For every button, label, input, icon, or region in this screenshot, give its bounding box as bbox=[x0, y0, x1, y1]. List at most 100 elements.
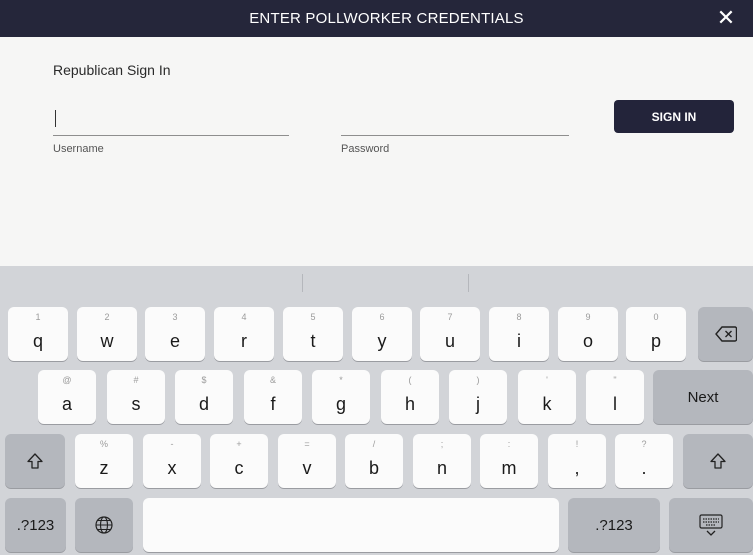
key-s[interactable]: # s bbox=[107, 370, 165, 424]
key-y[interactable]: 6y bbox=[352, 307, 412, 361]
key-alt-char: @ bbox=[62, 375, 72, 385]
key-alt-char: 0 bbox=[653, 312, 659, 322]
key-alt-char: # bbox=[133, 375, 139, 385]
key-l[interactable]: " l bbox=[586, 370, 644, 424]
key-f[interactable]: & f bbox=[244, 370, 302, 424]
key-char: . bbox=[641, 458, 647, 478]
key-char: t bbox=[310, 331, 316, 351]
key-alt-char: % bbox=[99, 439, 108, 449]
key-e[interactable]: 3e bbox=[145, 307, 205, 361]
shift-icon bbox=[683, 434, 753, 488]
key-char: r bbox=[241, 331, 247, 351]
key-char: , bbox=[574, 458, 580, 478]
key-x[interactable]: -x bbox=[143, 434, 201, 488]
title-bar: ENTER POLLWORKER CREDENTIALS ✕ bbox=[0, 0, 753, 37]
keyboard-dismiss-key[interactable] bbox=[669, 498, 753, 552]
close-button[interactable]: ✕ bbox=[713, 4, 739, 32]
key-alt-char: 5 bbox=[310, 312, 316, 322]
key-k[interactable]: ' k bbox=[518, 370, 576, 424]
key-v[interactable]: = v bbox=[278, 434, 336, 488]
key-j[interactable]: ) j bbox=[449, 370, 507, 424]
key-alt-char: ( bbox=[408, 375, 412, 385]
key-alt-char: 1 bbox=[35, 312, 41, 322]
numbers-key-label: .?123 bbox=[595, 516, 633, 534]
key-char: m bbox=[501, 458, 517, 478]
dialog-title: ENTER POLLWORKER CREDENTIALS bbox=[249, 10, 524, 27]
text-cursor bbox=[55, 110, 56, 127]
key-alt-char: / bbox=[372, 439, 376, 449]
key-char: u bbox=[444, 331, 455, 351]
key-d[interactable]: $ d bbox=[175, 370, 233, 424]
key-m[interactable]: :m bbox=[480, 434, 538, 488]
key-r[interactable]: 4r bbox=[214, 307, 274, 361]
key-o[interactable]: 9o bbox=[558, 307, 618, 361]
key-char: q bbox=[32, 331, 43, 351]
key-char: j bbox=[476, 394, 480, 414]
key-i[interactable]: 8i bbox=[489, 307, 549, 361]
key-alt-char: ' bbox=[546, 375, 548, 385]
key-a[interactable]: @ a bbox=[38, 370, 96, 424]
key-alt-char: * bbox=[339, 375, 343, 385]
key-alt-char: ; bbox=[440, 439, 444, 449]
sign-in-button[interactable]: SIGN IN bbox=[614, 100, 734, 133]
key-char: p bbox=[650, 331, 661, 351]
key-alt-char: 3 bbox=[172, 312, 178, 322]
key-alt-char: + bbox=[236, 439, 242, 449]
key-alt-char: ! bbox=[575, 439, 579, 449]
key-t[interactable]: 5t bbox=[283, 307, 343, 361]
key-h[interactable]: (h bbox=[381, 370, 439, 424]
key-w[interactable]: 2w bbox=[77, 307, 137, 361]
close-icon: ✕ bbox=[716, 5, 736, 30]
key-alt-char: 8 bbox=[516, 312, 522, 322]
key-alt-char: & bbox=[269, 375, 276, 385]
numbers-key-left[interactable]: .?123 bbox=[5, 498, 66, 552]
next-key[interactable]: Next bbox=[653, 370, 753, 424]
key-alt-char: 9 bbox=[585, 312, 591, 322]
on-screen-keyboard: Next .?123 .?123 1 q 2 w 3 e 4 r 5 t 6 y 7 u 8 i 9 o 0 p @ a #… bbox=[0, 266, 753, 555]
numbers-key-label: .?123 bbox=[16, 516, 55, 534]
key-char: b bbox=[368, 458, 379, 478]
key-alt-char: 4 bbox=[241, 312, 247, 322]
key-char: a bbox=[61, 394, 72, 414]
space-bar[interactable] bbox=[143, 498, 559, 552]
key-alt-char: ? bbox=[641, 439, 647, 449]
key-char: o bbox=[582, 331, 593, 351]
key-alt-char: $ bbox=[201, 375, 207, 385]
key-alt-char: ) bbox=[476, 375, 480, 385]
backspace-key[interactable] bbox=[698, 307, 753, 361]
numbers-key-right[interactable]: .?123 bbox=[568, 498, 660, 552]
key-alt-char: = bbox=[304, 439, 310, 449]
shift-icon bbox=[5, 434, 65, 488]
key-q[interactable]: 1q bbox=[8, 307, 68, 361]
key-g[interactable]: * g bbox=[312, 370, 370, 424]
key-c[interactable]: + c bbox=[210, 434, 268, 488]
key-char: d bbox=[198, 394, 209, 414]
form-title: Republican Sign In bbox=[53, 62, 171, 78]
key-char: k bbox=[542, 394, 552, 414]
globe-icon bbox=[75, 498, 133, 552]
username-label: Username bbox=[53, 143, 104, 155]
key-n[interactable]: ; n bbox=[413, 434, 471, 488]
shift-key-left[interactable] bbox=[5, 434, 65, 488]
predictive-text-bar bbox=[0, 266, 753, 299]
password-field[interactable] bbox=[341, 105, 569, 136]
key-alt-char: 6 bbox=[379, 312, 385, 322]
username-field[interactable] bbox=[53, 105, 289, 136]
key-char: f bbox=[270, 394, 276, 414]
key-z[interactable]: % z bbox=[75, 434, 133, 488]
key-b[interactable]: / b bbox=[345, 434, 403, 488]
globe-key[interactable] bbox=[75, 498, 133, 552]
predict-divider bbox=[302, 274, 303, 292]
next-label: Next bbox=[687, 388, 719, 406]
key-alt-char: - bbox=[170, 439, 174, 449]
password-label: Password bbox=[341, 143, 390, 155]
shift-key-right[interactable] bbox=[683, 434, 753, 488]
key-u[interactable]: 7u bbox=[420, 307, 480, 361]
key-char: c bbox=[234, 458, 244, 478]
key-punct-7[interactable]: !, bbox=[548, 434, 606, 488]
key-p[interactable]: 0p bbox=[626, 307, 686, 361]
key-punct-8[interactable]: ?. bbox=[615, 434, 673, 488]
key-char: e bbox=[169, 331, 180, 351]
key-char: w bbox=[100, 331, 114, 351]
backspace-icon bbox=[698, 307, 753, 361]
